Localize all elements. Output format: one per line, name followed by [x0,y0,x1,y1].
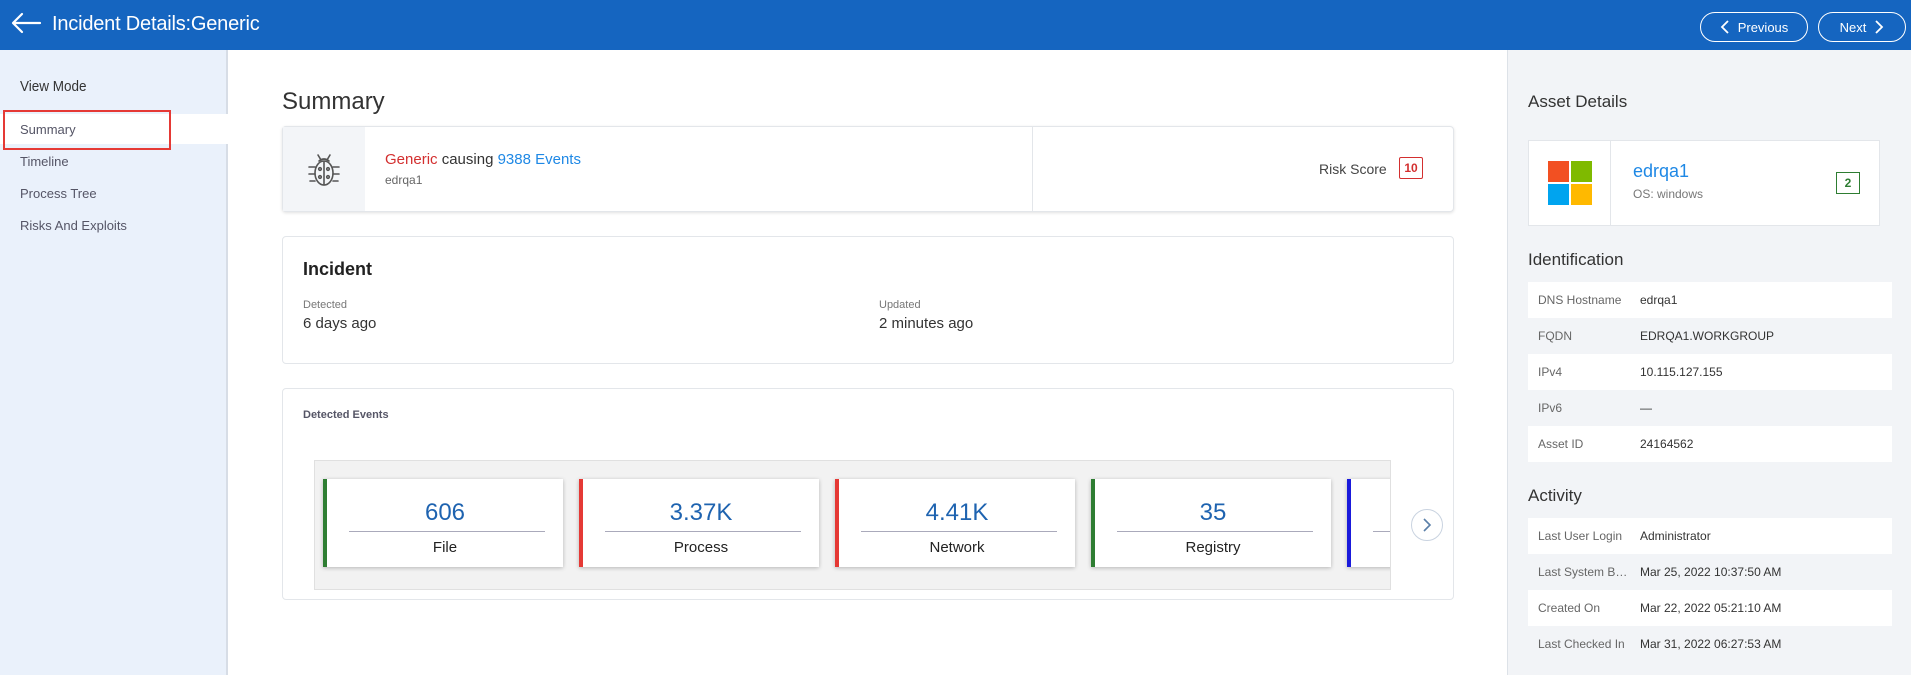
kv-value: Mar 31, 2022 06:27:53 AM [1640,637,1782,651]
event-label: Process [673,539,729,556]
event-label: File [432,539,458,556]
threat-name: Generic [385,151,438,168]
risk-score-badge: 10 [1399,157,1423,179]
chevron-left-icon [1720,20,1729,34]
event-count: 4.41K [925,499,989,526]
activity-row: Last Checked In Mar 31, 2022 06:27:53 AM [1528,626,1892,662]
sidebar-item-timeline[interactable]: Timeline [0,146,228,176]
incident-title: Incident [303,259,373,279]
kv-value: — [1640,401,1652,415]
identification-row: IPv4 10.115.127.155 [1528,354,1892,390]
identification-row: IPv6 — [1528,390,1892,426]
bug-icon [308,154,340,186]
causing-text: causing [441,151,494,168]
page-title: Incident Details:Generic [52,13,260,35]
tile-divider [861,531,1057,532]
event-count: 35 [1199,499,1227,526]
events-count-link[interactable]: 9388 Events [498,151,581,168]
event-count: 606 [424,499,466,526]
identification-heading: Identification [1528,250,1624,269]
identification-row: Asset ID 24164562 [1528,426,1892,462]
activity-row: Created On Mar 22, 2022 05:21:10 AM [1528,590,1892,626]
event-tile-partial[interactable] [1347,479,1390,567]
tile-divider [1117,531,1313,532]
kv-value: 24164562 [1640,437,1694,451]
sidebar-item-label: Timeline [20,153,69,169]
event-tile-process[interactable]: 3.37K Process [579,479,819,567]
kv-key: DNS Hostname [1538,293,1622,307]
next-label: Next [1839,19,1867,35]
kv-value: Administrator [1640,529,1711,543]
identification-row: DNS Hostname edrqa1 [1528,282,1892,318]
detected-events-card: Detected Events 606 File 3.37K Process 4… [282,388,1454,600]
updated-label: Updated [879,299,921,311]
summary-card: Generic causing 9388 Events edrqa1 Risk … [282,126,1454,212]
sidebar-item-label: Summary [20,121,76,137]
hostname-label: edrqa1 [385,173,423,187]
event-label: Network [929,539,985,556]
kv-key: Created On [1538,601,1601,615]
event-tile-network[interactable]: 4.41K Network [835,479,1075,567]
bug-icon-box [283,127,365,211]
activity-row: Last User Login Administrator [1528,518,1892,554]
previous-button[interactable]: Previous [1700,12,1808,42]
events-carousel: 606 File 3.37K Process 4.41K Network 35 … [314,460,1391,590]
sidebar-item-summary[interactable]: Summary [0,114,228,144]
kv-key: Asset ID [1538,437,1584,451]
tile-divider [349,531,545,532]
asset-badge: 2 [1836,172,1860,194]
asset-panel: Asset Details edrqa1 OS: windows 2 Ident… [1507,50,1911,675]
asset-details-heading: Asset Details [1528,92,1628,111]
chevron-right-icon [1423,518,1432,532]
kv-key: IPv4 [1538,365,1563,379]
sidebar: View Mode Summary Timeline Process Tree … [0,50,228,675]
event-tile-file[interactable]: 606 File [323,479,563,567]
kv-value: edrqa1 [1640,293,1678,307]
activity-row: Last System Bo... Mar 25, 2022 10:37:50 … [1528,554,1892,590]
detected-label: Detected [303,299,348,311]
kv-key: Last System Bo... [1538,565,1630,579]
chevron-right-icon [1875,20,1884,34]
previous-label: Previous [1737,19,1789,35]
back-arrow-icon[interactable] [10,10,42,36]
top-header: Incident Details:Generic Previous Next [0,0,1911,50]
kv-value: Mar 22, 2022 05:21:10 AM [1640,601,1782,615]
summary-title: Summary [282,88,385,115]
kv-value: Mar 25, 2022 10:37:50 AM [1640,565,1782,579]
carousel-next-button[interactable] [1411,509,1443,541]
detected-events-title: Detected Events [303,409,389,421]
tile-divider [1373,531,1390,532]
kv-value: EDRQA1.WORKGROUP [1640,329,1775,343]
detected-value: 6 days ago [303,315,377,332]
tile-divider [605,531,801,532]
windows-logo-box [1529,141,1611,225]
view-mode-heading: View Mode [20,78,87,95]
sidebar-item-risks-and-exploits[interactable]: Risks And Exploits [0,210,228,240]
asset-card: edrqa1 OS: windows 2 [1528,140,1880,226]
event-tile-registry[interactable]: 35 Registry [1091,479,1331,567]
threat-summary-line: Generic causing 9388 Events [385,151,581,168]
kv-value: 10.115.127.155 [1640,365,1723,379]
activity-heading: Activity [1528,486,1582,505]
kv-key: Last Checked In [1538,637,1625,651]
sidebar-item-process-tree[interactable]: Process Tree [0,178,228,208]
sidebar-item-label: Process Tree [20,185,97,201]
asset-os: OS: windows [1633,187,1704,201]
updated-value: 2 minutes ago [879,315,974,332]
risk-score-label: Risk Score [1319,161,1387,177]
windows-logo-icon [1547,161,1592,205]
incident-card: Incident Detected 6 days ago Updated 2 m… [282,236,1454,364]
event-count: 3.37K [669,499,733,526]
identification-row: FQDN EDRQA1.WORKGROUP [1528,318,1892,354]
kv-key: Last User Login [1538,529,1623,543]
card-divider [1032,127,1033,211]
kv-key: IPv6 [1538,401,1563,415]
asset-name-link[interactable]: edrqa1 [1633,161,1689,182]
next-button[interactable]: Next [1818,12,1906,42]
event-label: Registry [1185,539,1241,556]
kv-key: FQDN [1538,329,1572,343]
sidebar-item-label: Risks And Exploits [20,217,127,233]
